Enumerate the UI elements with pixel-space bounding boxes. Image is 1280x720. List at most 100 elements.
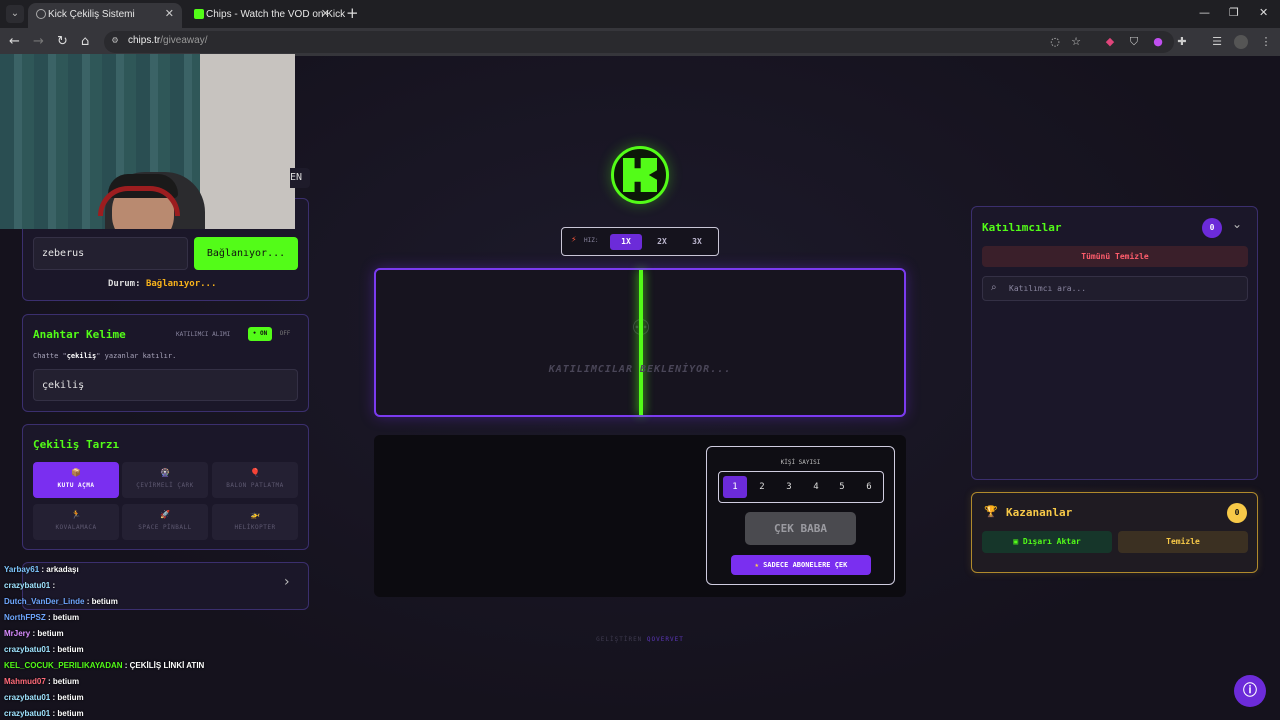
center-marker-line: [639, 270, 643, 415]
winners-count-badge: 0: [1227, 503, 1247, 523]
chat-username: Mahmud07: [4, 677, 46, 686]
extension-icon[interactable]: ◆: [1103, 35, 1117, 49]
chat-text: betium: [57, 709, 84, 718]
chat-username: KEL_COCUK_PERILIKAYADAN: [4, 661, 123, 670]
globe-icon: [36, 9, 46, 19]
style-helicopter-button[interactable]: 🚁 HELİKOPTER: [212, 504, 298, 540]
footer-credit: GELİŞTİREN QOVERVET: [596, 636, 684, 643]
chat-message: Yarbay61 : arkadaşı: [4, 565, 79, 574]
home-icon[interactable]: ⌂: [81, 34, 89, 49]
count-option-1[interactable]: 1: [723, 476, 747, 498]
connect-button[interactable]: Bağlanıyor...: [194, 237, 298, 270]
eye-off-icon[interactable]: ◌: [1048, 35, 1062, 49]
url-field[interactable]: ⚙ chips.tr/giveaway/: [104, 31, 1174, 53]
participants-panel: Katılımcılar 0 ⌄ Tümünü Temizle ⌕ Katılı…: [971, 206, 1258, 480]
window-close-button[interactable]: ✕: [1259, 6, 1268, 19]
forward-icon[interactable]: →: [33, 34, 44, 49]
count-option-2[interactable]: 2: [750, 476, 774, 498]
info-icon[interactable]: ⓘ: [1234, 675, 1266, 707]
speed-selector: ⚡ HIZ: 1X 2X 3X: [561, 227, 719, 256]
keyword-input[interactable]: çekiliş: [33, 369, 298, 401]
speed-3x-button[interactable]: 3X: [681, 234, 713, 250]
chat-message: Dutch_VanDer_Linde : betium: [4, 597, 118, 606]
developer-link[interactable]: QOVERVET: [647, 636, 684, 643]
bookmark-star-icon[interactable]: ☆: [1069, 35, 1083, 49]
tab-kick-vod[interactable]: Chips - Watch the VOD on Kick ✕: [186, 3, 345, 28]
shield-icon[interactable]: ⛉: [1127, 35, 1141, 49]
reload-icon[interactable]: ↻: [57, 34, 68, 49]
chat-text: ÇEKİLİŞ LİNKİ ATIN: [129, 661, 205, 670]
export-icon: ▣: [1013, 537, 1019, 546]
site-info-icon[interactable]: ⚙: [112, 35, 124, 47]
keyword-hint: Chatte "çekiliş" yazanlar katılır.: [33, 352, 177, 360]
lightning-icon: ⚡: [571, 235, 577, 244]
new-tab-button[interactable]: +: [346, 4, 359, 22]
rocket-icon: 🚀: [160, 510, 170, 519]
subscribers-only-button[interactable]: ★ SADECE ABONELERE ÇEK: [731, 555, 871, 575]
chat-username: crazybatu01: [4, 645, 51, 654]
chat-username: Yarbay61: [4, 565, 40, 574]
clear-all-button[interactable]: Tümünü Temizle: [982, 246, 1248, 267]
count-option-5[interactable]: 5: [830, 476, 854, 498]
webcam-overlay: [0, 54, 295, 229]
extension-icon[interactable]: ●: [1151, 35, 1165, 49]
address-bar-row: ← → ↻ ⌂ ⚙ chips.tr/giveaway/ ◌ ☆ ◆ ⛉ ● ✚…: [0, 28, 1280, 56]
chat-overlay: Yarbay61 : arkadaşı crazybatu01 : Dutch_V…: [4, 562, 204, 720]
style-chase-button[interactable]: 🏃 KOVALAMACA: [33, 504, 119, 540]
chat-username: MrJery: [4, 629, 31, 638]
participant-search-input[interactable]: ⌕ Katılımcı ara...: [982, 276, 1248, 301]
draw-button[interactable]: ÇEK BABA: [745, 512, 856, 545]
count-option-4[interactable]: 4: [804, 476, 828, 498]
menu-dots-icon[interactable]: ⋮: [1259, 35, 1273, 49]
tab-search-button[interactable]: ⌄: [6, 5, 24, 23]
chat-message: NorthFPSZ : betium: [4, 613, 80, 622]
box-icon: 📦: [71, 468, 81, 477]
trophy-icon: 🏆: [984, 505, 998, 518]
balloon-icon: 🎈: [250, 468, 260, 477]
chat-message: crazybatu01 : betium: [4, 709, 84, 718]
avatar[interactable]: [1234, 35, 1248, 49]
chevron-right-icon[interactable]: ›: [284, 574, 290, 590]
reading-list-icon[interactable]: ☰: [1210, 35, 1224, 49]
puzzle-icon[interactable]: ✚: [1175, 35, 1189, 49]
chat-username: crazybatu01: [4, 693, 51, 702]
chat-text: betium: [52, 677, 80, 686]
chat-text: arkadaşı: [46, 565, 79, 574]
speed-2x-button[interactable]: 2X: [646, 234, 678, 250]
minimize-button[interactable]: —: [1199, 6, 1210, 19]
count-option-3[interactable]: 3: [777, 476, 801, 498]
style-pinball-button[interactable]: 🚀 SPACE PİNBALL: [122, 504, 208, 540]
close-icon[interactable]: ✕: [321, 3, 330, 25]
maximize-button[interactable]: ❐: [1229, 6, 1239, 19]
tab-giveaway[interactable]: Kick Çekiliş Sistemi ✕: [28, 3, 182, 28]
kick-logo: [611, 146, 669, 204]
chat-text: betium: [57, 693, 84, 702]
close-icon[interactable]: ✕: [165, 3, 174, 25]
entry-on-toggle[interactable]: • ON: [248, 327, 272, 341]
count-option-6[interactable]: 6: [857, 476, 881, 498]
style-balloon-button[interactable]: 🎈 BALON PATLATMA: [212, 462, 298, 498]
style-wheel-button[interactable]: 🎡 ÇEVİRMELİ ÇARK: [122, 462, 208, 498]
browser-tabbar: ⌄ Kick Çekiliş Sistemi ✕ Chips - Watch t…: [0, 0, 1280, 28]
export-button[interactable]: ▣ Dışarı Aktar: [982, 531, 1112, 553]
connection-status: Durum: Bağlanıyor...: [108, 279, 217, 289]
speed-1x-button[interactable]: 1X: [610, 234, 642, 250]
search-icon: ⌕: [991, 282, 997, 293]
winner-count-title: KİŞİ SAYISI: [780, 459, 821, 466]
entry-off-toggle[interactable]: OFF: [274, 327, 296, 341]
chat-username: NorthFPSZ: [4, 613, 46, 622]
back-icon[interactable]: ←: [9, 34, 20, 49]
channel-input[interactable]: zeberus: [33, 237, 188, 270]
chat-message: crazybatu01 :: [4, 581, 56, 590]
chat-text: betium: [91, 597, 118, 606]
keyword-title: Anahtar Kelime: [33, 328, 126, 341]
chat-message: Mahmud07 : betium: [4, 677, 80, 686]
runner-icon: 🏃: [71, 510, 81, 519]
winners-title: Kazananlar: [1006, 506, 1073, 519]
chevron-down-icon[interactable]: ⌄: [1232, 217, 1242, 231]
style-box-open-button[interactable]: 📦 KUTU AÇMA: [33, 462, 119, 498]
language-tab[interactable]: EN: [290, 168, 310, 188]
clear-winners-button[interactable]: Temizle: [1118, 531, 1248, 553]
chat-text: betium: [52, 613, 80, 622]
chat-username: crazybatu01: [4, 581, 51, 590]
